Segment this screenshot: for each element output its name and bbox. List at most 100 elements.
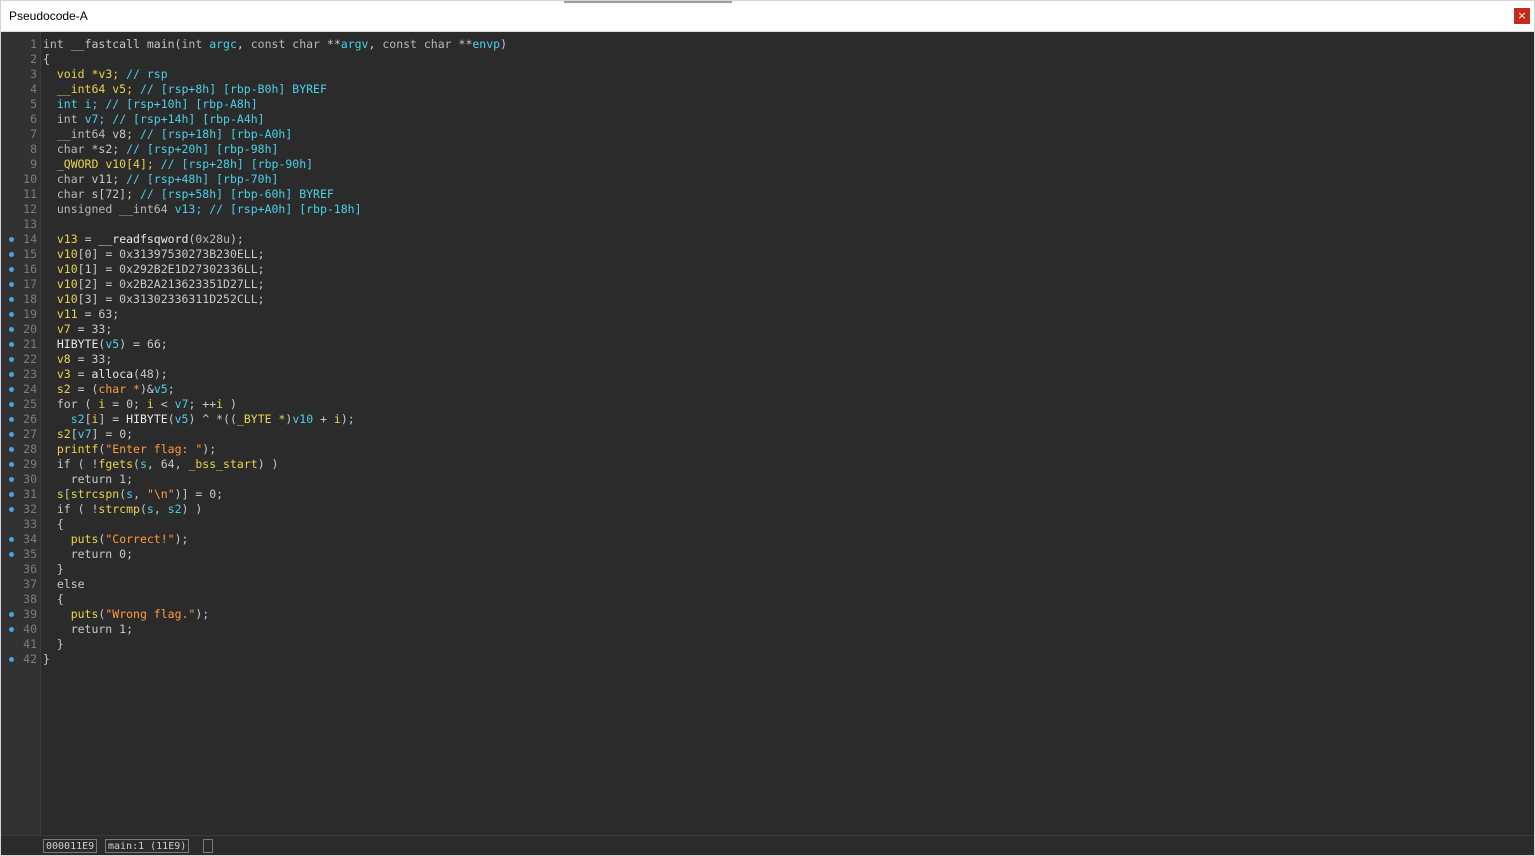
code-line[interactable]: 23 v3 = alloca(48); [1, 367, 1534, 382]
breakpoint-dot-icon[interactable] [9, 342, 14, 347]
breakpoint-dot-icon[interactable] [9, 447, 14, 452]
code-token: s [139, 457, 147, 471]
code-editor[interactable]: 1 int __fastcall main(int argc, const cha… [1, 32, 1534, 835]
title-bar[interactable]: Pseudocode-A × [1, 1, 1534, 32]
breakpoint-dot-icon[interactable] [9, 462, 14, 467]
code-line[interactable]: 5 int i; // [rsp+10h] [rbp-A8h] [1, 97, 1534, 112]
line-number: 34 [23, 532, 37, 546]
breakpoint-dot-icon[interactable] [9, 417, 14, 422]
code-token: // [rsp+28h] [rbp-90h] [160, 157, 314, 171]
code-line[interactable]: 4 __int64 v5; // [rsp+8h] [rbp-B0h] BYRE… [1, 82, 1534, 97]
breakpoint-dot-icon[interactable] [9, 612, 14, 617]
breakpoint-dot-icon[interactable] [9, 357, 14, 362]
line-number: 3 [30, 67, 37, 81]
code-token: , [153, 502, 168, 516]
breakpoint-dot-icon[interactable] [9, 432, 14, 437]
code-line[interactable]: 16 v10[1] = 0x292B2E1D27302336LL; [1, 262, 1534, 277]
code-line[interactable]: 3 void *v3; // rsp [1, 67, 1534, 82]
breakpoint-dot-icon[interactable] [9, 297, 14, 302]
line-number: 14 [23, 232, 37, 246]
code-text: { [43, 517, 64, 532]
code-line[interactable]: 20 v7 = 33; [1, 322, 1534, 337]
breakpoint-dot-icon[interactable] [9, 372, 14, 377]
code-token: [ [70, 427, 78, 441]
code-token: else [43, 577, 85, 591]
code-text: s[strcspn(s, "\n")] = 0; [43, 487, 223, 502]
code-line[interactable]: 10 char v11; // [rsp+48h] [rbp-70h] [1, 172, 1534, 187]
code-token: ); [340, 412, 355, 426]
code-line[interactable]: 26 s2[i] = HIBYTE(v5) ^ *((_BYTE *)v10 +… [1, 412, 1534, 427]
code-line[interactable]: 2{ [1, 52, 1534, 67]
code-line[interactable]: 36 } [1, 562, 1534, 577]
breakpoint-dot-icon[interactable] [9, 327, 14, 332]
line-number: 20 [23, 322, 37, 336]
code-line[interactable]: 17 v10[2] = 0x2B2A213623351D27LL; [1, 277, 1534, 292]
code-line[interactable]: 1 int __fastcall main(int argc, const cha… [1, 37, 1534, 52]
code-line[interactable]: 8 char *s2; // [rsp+20h] [rbp-98h] [1, 142, 1534, 157]
code-line[interactable]: 38 { [1, 592, 1534, 607]
code-line[interactable]: 25 for ( i = 0; i < v7; ++i ) [1, 397, 1534, 412]
code-line[interactable]: 34 puts("Correct!"); [1, 532, 1534, 547]
breakpoint-dot-icon[interactable] [9, 252, 14, 257]
code-line[interactable]: 19 v11 = 63; [1, 307, 1534, 322]
code-line[interactable]: 32 if ( !strcmp(s, s2) ) [1, 502, 1534, 517]
code-token: void *v3; [56, 67, 127, 81]
code-line[interactable]: 13 [1, 217, 1534, 232]
code-line[interactable]: 15 v10[0] = 0x31397530273B230ELL; [1, 247, 1534, 262]
code-token: // [rsp+10h] [rbp-A8h] [105, 97, 258, 111]
code-line[interactable]: 21 HIBYTE(v5) = 66; [1, 337, 1534, 352]
code-line[interactable]: 27 s2[v7] = 0; [1, 427, 1534, 442]
code-line[interactable]: 39 puts("Wrong flag."); [1, 607, 1534, 622]
code-line[interactable]: 7 __int64 v8; // [rsp+18h] [rbp-A0h] [1, 127, 1534, 142]
breakpoint-dot-icon[interactable] [9, 267, 14, 272]
breakpoint-dot-icon[interactable] [9, 477, 14, 482]
code-token: = [77, 232, 99, 246]
breakpoint-dot-icon[interactable] [9, 282, 14, 287]
line-number: 18 [23, 292, 37, 306]
code-token: for ( [43, 397, 99, 411]
code-token: unsigned __int64 [56, 202, 175, 216]
code-line[interactable]: 31 s[strcspn(s, "\n")] = 0; [1, 487, 1534, 502]
breakpoint-dot-icon[interactable] [9, 552, 14, 557]
breakpoint-dot-icon[interactable] [9, 537, 14, 542]
code-text: return 1; [43, 472, 133, 487]
breakpoint-dot-icon[interactable] [9, 627, 14, 632]
breakpoint-dot-icon[interactable] [9, 387, 14, 392]
code-line[interactable]: 37 else [1, 577, 1534, 592]
breakpoint-dot-icon[interactable] [9, 492, 14, 497]
breakpoint-dot-icon[interactable] [9, 657, 14, 662]
code-line[interactable]: 6 int v7; // [rsp+14h] [rbp-A4h] [1, 112, 1534, 127]
code-token: } [43, 637, 64, 651]
breakpoint-dot-icon[interactable] [9, 507, 14, 512]
code-line[interactable]: 30 return 1; [1, 472, 1534, 487]
code-text: v10[3] = 0x31302336311D252CLL; [43, 292, 265, 307]
breakpoint-dot-icon[interactable] [9, 402, 14, 407]
code-line[interactable]: 29 if ( !fgets(s, 64, _bss_start) ) [1, 457, 1534, 472]
code-area[interactable]: 1 int __fastcall main(int argc, const cha… [1, 37, 1534, 667]
breakpoint-dot-icon[interactable] [9, 312, 14, 317]
code-line[interactable]: 12 unsigned __int64 v13; // [rsp+A0h] [r… [1, 202, 1534, 217]
code-line[interactable]: 11 char s[72]; // [rsp+58h] [rbp-60h] BY… [1, 187, 1534, 202]
code-line[interactable]: 41 } [1, 637, 1534, 652]
code-line[interactable]: 18 v10[3] = 0x31302336311D252CLL; [1, 292, 1534, 307]
line-number: 5 [30, 97, 37, 111]
code-line[interactable]: 33 { [1, 517, 1534, 532]
code-line[interactable]: 22 v8 = 33; [1, 352, 1534, 367]
code-line[interactable]: 9 _QWORD v10[4]; // [rsp+28h] [rbp-90h] [1, 157, 1534, 172]
line-number: 42 [23, 652, 37, 666]
code-line[interactable]: 28 printf("Enter flag: "); [1, 442, 1534, 457]
line-number: 22 [23, 352, 37, 366]
code-line[interactable]: 42} [1, 652, 1534, 667]
code-text: v13 = __readfsqword(0x28u); [43, 232, 244, 247]
line-number: 1 [30, 37, 37, 51]
code-line[interactable]: 40 return 1; [1, 622, 1534, 637]
code-token: v7; [84, 112, 113, 126]
code-token: const char [250, 37, 327, 51]
code-line[interactable]: 24 s2 = (char *)&v5; [1, 382, 1534, 397]
code-line[interactable]: 35 return 0; [1, 547, 1534, 562]
code-line[interactable]: 14 v13 = __readfsqword(0x28u); [1, 232, 1534, 247]
breakpoint-dot-icon[interactable] [9, 237, 14, 242]
close-button[interactable]: × [1514, 8, 1530, 24]
